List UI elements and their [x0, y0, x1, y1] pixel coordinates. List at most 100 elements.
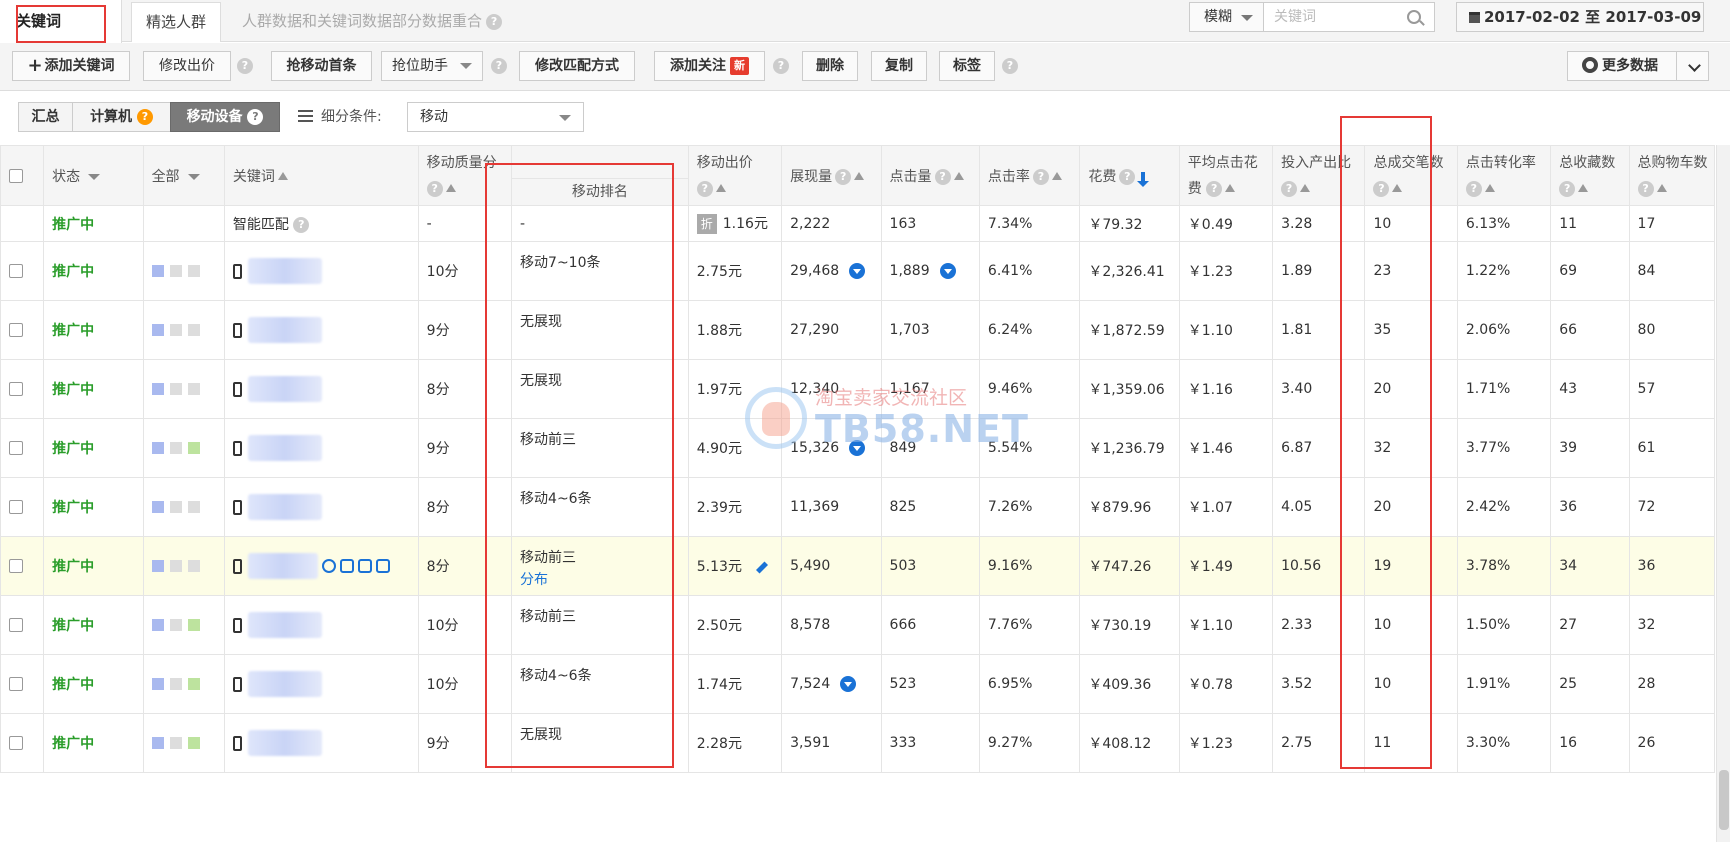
- bid-cell[interactable]: 1.74元: [687, 654, 783, 714]
- row-checkbox-cell: [0, 359, 45, 419]
- edit-icon[interactable]: [755, 560, 768, 574]
- help-icon[interactable]: ?: [1002, 58, 1018, 74]
- row-checkbox[interactable]: [9, 618, 23, 632]
- col-impressions[interactable]: 展现量?: [781, 145, 882, 206]
- row-checkbox[interactable]: [9, 441, 23, 455]
- report-icon[interactable]: [339, 559, 354, 573]
- help-icon[interactable]: ?: [237, 58, 253, 74]
- keyword-cell: [223, 359, 419, 419]
- col-status[interactable]: 状态: [43, 145, 144, 206]
- more-data-label: 更多数据: [1602, 58, 1658, 74]
- help-icon[interactable]: ?: [136, 109, 153, 125]
- chevron-down-icon[interactable]: [1688, 59, 1701, 72]
- segment-mobile[interactable]: 移动设备 ?: [170, 102, 280, 132]
- help-icon[interactable]: ?: [1465, 180, 1482, 197]
- help-icon[interactable]: ?: [1119, 168, 1136, 185]
- segment-bar: 汇总 计算机 ? 移动设备 ? 细分条件: 移动: [0, 92, 1730, 144]
- help-icon[interactable]: ?: [1373, 180, 1390, 197]
- help-icon[interactable]: ?: [491, 58, 507, 74]
- row-checkbox[interactable]: [9, 677, 23, 691]
- favorites-cell: 36: [1550, 477, 1630, 537]
- target-icon[interactable]: [321, 559, 336, 573]
- distribution-link[interactable]: 分布: [520, 569, 680, 591]
- col-roi[interactable]: 投入产出比?: [1272, 145, 1366, 206]
- select-all-checkbox[interactable]: [9, 168, 23, 183]
- bid-cell[interactable]: 1.88元: [687, 300, 783, 360]
- col-total-favorites[interactable]: 总收藏数?: [1550, 145, 1630, 206]
- row-checkbox[interactable]: [9, 559, 23, 573]
- col-ctr[interactable]: 点击率?: [978, 145, 1081, 206]
- date-range-picker[interactable]: 2017-02-02 至 2017-03-09: [1456, 2, 1704, 32]
- help-icon[interactable]: ?: [773, 58, 789, 74]
- col-total-orders[interactable]: 总成交笔数?: [1364, 145, 1458, 206]
- keyword-cell: [223, 300, 419, 360]
- row-checkbox[interactable]: [9, 736, 23, 750]
- filter-select[interactable]: 移动: [407, 102, 584, 132]
- col-cost[interactable]: 花费?: [1079, 145, 1180, 206]
- tag-button[interactable]: 标签: [939, 51, 995, 81]
- help-icon[interactable]: ?: [1206, 180, 1223, 197]
- download-icon[interactable]: [849, 263, 866, 279]
- bid-cell[interactable]: 2.50元: [687, 595, 783, 655]
- rank-helper-dropdown[interactable]: 抢位助手: [381, 51, 483, 81]
- scrollbar-thumb[interactable]: [1719, 770, 1729, 830]
- help-icon[interactable]: ?: [1559, 180, 1576, 197]
- orders-cell: 11: [1364, 713, 1458, 773]
- help-icon[interactable]: ?: [486, 13, 503, 30]
- bid-cell[interactable]: 4.90元: [687, 418, 783, 478]
- help-icon[interactable]: ?: [1281, 180, 1298, 197]
- col-cvr[interactable]: 点击转化率?: [1456, 145, 1552, 206]
- add-follow-button[interactable]: 添加关注新: [654, 51, 765, 81]
- help-icon[interactable]: ?: [696, 180, 713, 197]
- impressions-value: 7,524: [790, 676, 831, 692]
- row-checkbox[interactable]: [9, 500, 23, 514]
- bid-cell[interactable]: 2.39元: [687, 477, 783, 537]
- search-icon[interactable]: [1407, 10, 1421, 24]
- bid-cell[interactable]: 5.13元: [687, 536, 783, 596]
- download-icon[interactable]: [939, 263, 956, 279]
- clicks-cell: 163: [880, 205, 980, 242]
- copy-button[interactable]: 复制: [871, 51, 927, 81]
- col-total-cart[interactable]: 总购物车数?: [1628, 145, 1716, 206]
- quality-cell: -: [417, 205, 513, 242]
- row-checkbox[interactable]: [9, 382, 23, 396]
- trend-chart-icon[interactable]: [357, 559, 372, 573]
- help-icon[interactable]: ?: [426, 180, 443, 197]
- col-mobile-bid[interactable]: 移动出价?: [687, 145, 783, 206]
- row-checkbox[interactable]: [9, 264, 23, 278]
- col-avg-cpc[interactable]: 平均点击花费 ?: [1178, 145, 1274, 206]
- bid-cell[interactable]: 2.75元: [687, 241, 783, 301]
- more-data-button[interactable]: 更多数据: [1567, 51, 1709, 81]
- help-icon[interactable]: ?: [835, 168, 852, 185]
- ctr-cell: 5.54%: [978, 418, 1081, 478]
- help-icon[interactable]: ?: [247, 109, 264, 125]
- segment-summary[interactable]: 汇总: [18, 102, 73, 132]
- col-mobile-quality[interactable]: 移动质量分?: [417, 145, 513, 206]
- help-icon[interactable]: ?: [293, 216, 310, 233]
- tab-audience[interactable]: 精选人群: [131, 2, 221, 42]
- help-icon[interactable]: ?: [1032, 168, 1049, 185]
- download-icon[interactable]: [840, 676, 857, 692]
- col-clicks[interactable]: 点击量?: [880, 145, 980, 206]
- segment-computer[interactable]: 计算机 ?: [72, 102, 171, 132]
- search-mode-select[interactable]: 模糊: [1189, 2, 1264, 32]
- help-icon[interactable]: ?: [1637, 180, 1654, 197]
- delete-button[interactable]: 删除: [802, 51, 858, 81]
- download-icon[interactable]: [849, 440, 866, 456]
- grab-mobile-top-button[interactable]: 抢移动首条: [271, 51, 372, 81]
- row-checkbox[interactable]: [9, 323, 23, 337]
- new-badge: 新: [730, 57, 749, 75]
- tab-keywords[interactable]: 关键词 （70）: [0, 0, 122, 72]
- modify-bid-button[interactable]: 修改出价: [143, 51, 231, 81]
- add-keyword-button[interactable]: + 添加关键词: [12, 51, 130, 81]
- trash-icon[interactable]: [375, 559, 390, 573]
- bid-cell[interactable]: 2.28元: [687, 713, 783, 773]
- col-keyword[interactable]: 关键词: [223, 145, 419, 206]
- col-cvr-icons: ?: [1465, 176, 1542, 202]
- bid-cell[interactable]: 1.97元: [687, 359, 783, 419]
- modify-match-button[interactable]: 修改匹配方式: [519, 51, 635, 81]
- sort-down-icon: [1137, 171, 1150, 187]
- help-icon[interactable]: ?: [934, 168, 951, 185]
- vertical-scrollbar[interactable]: [1716, 145, 1730, 842]
- col-all[interactable]: 全部: [142, 145, 225, 206]
